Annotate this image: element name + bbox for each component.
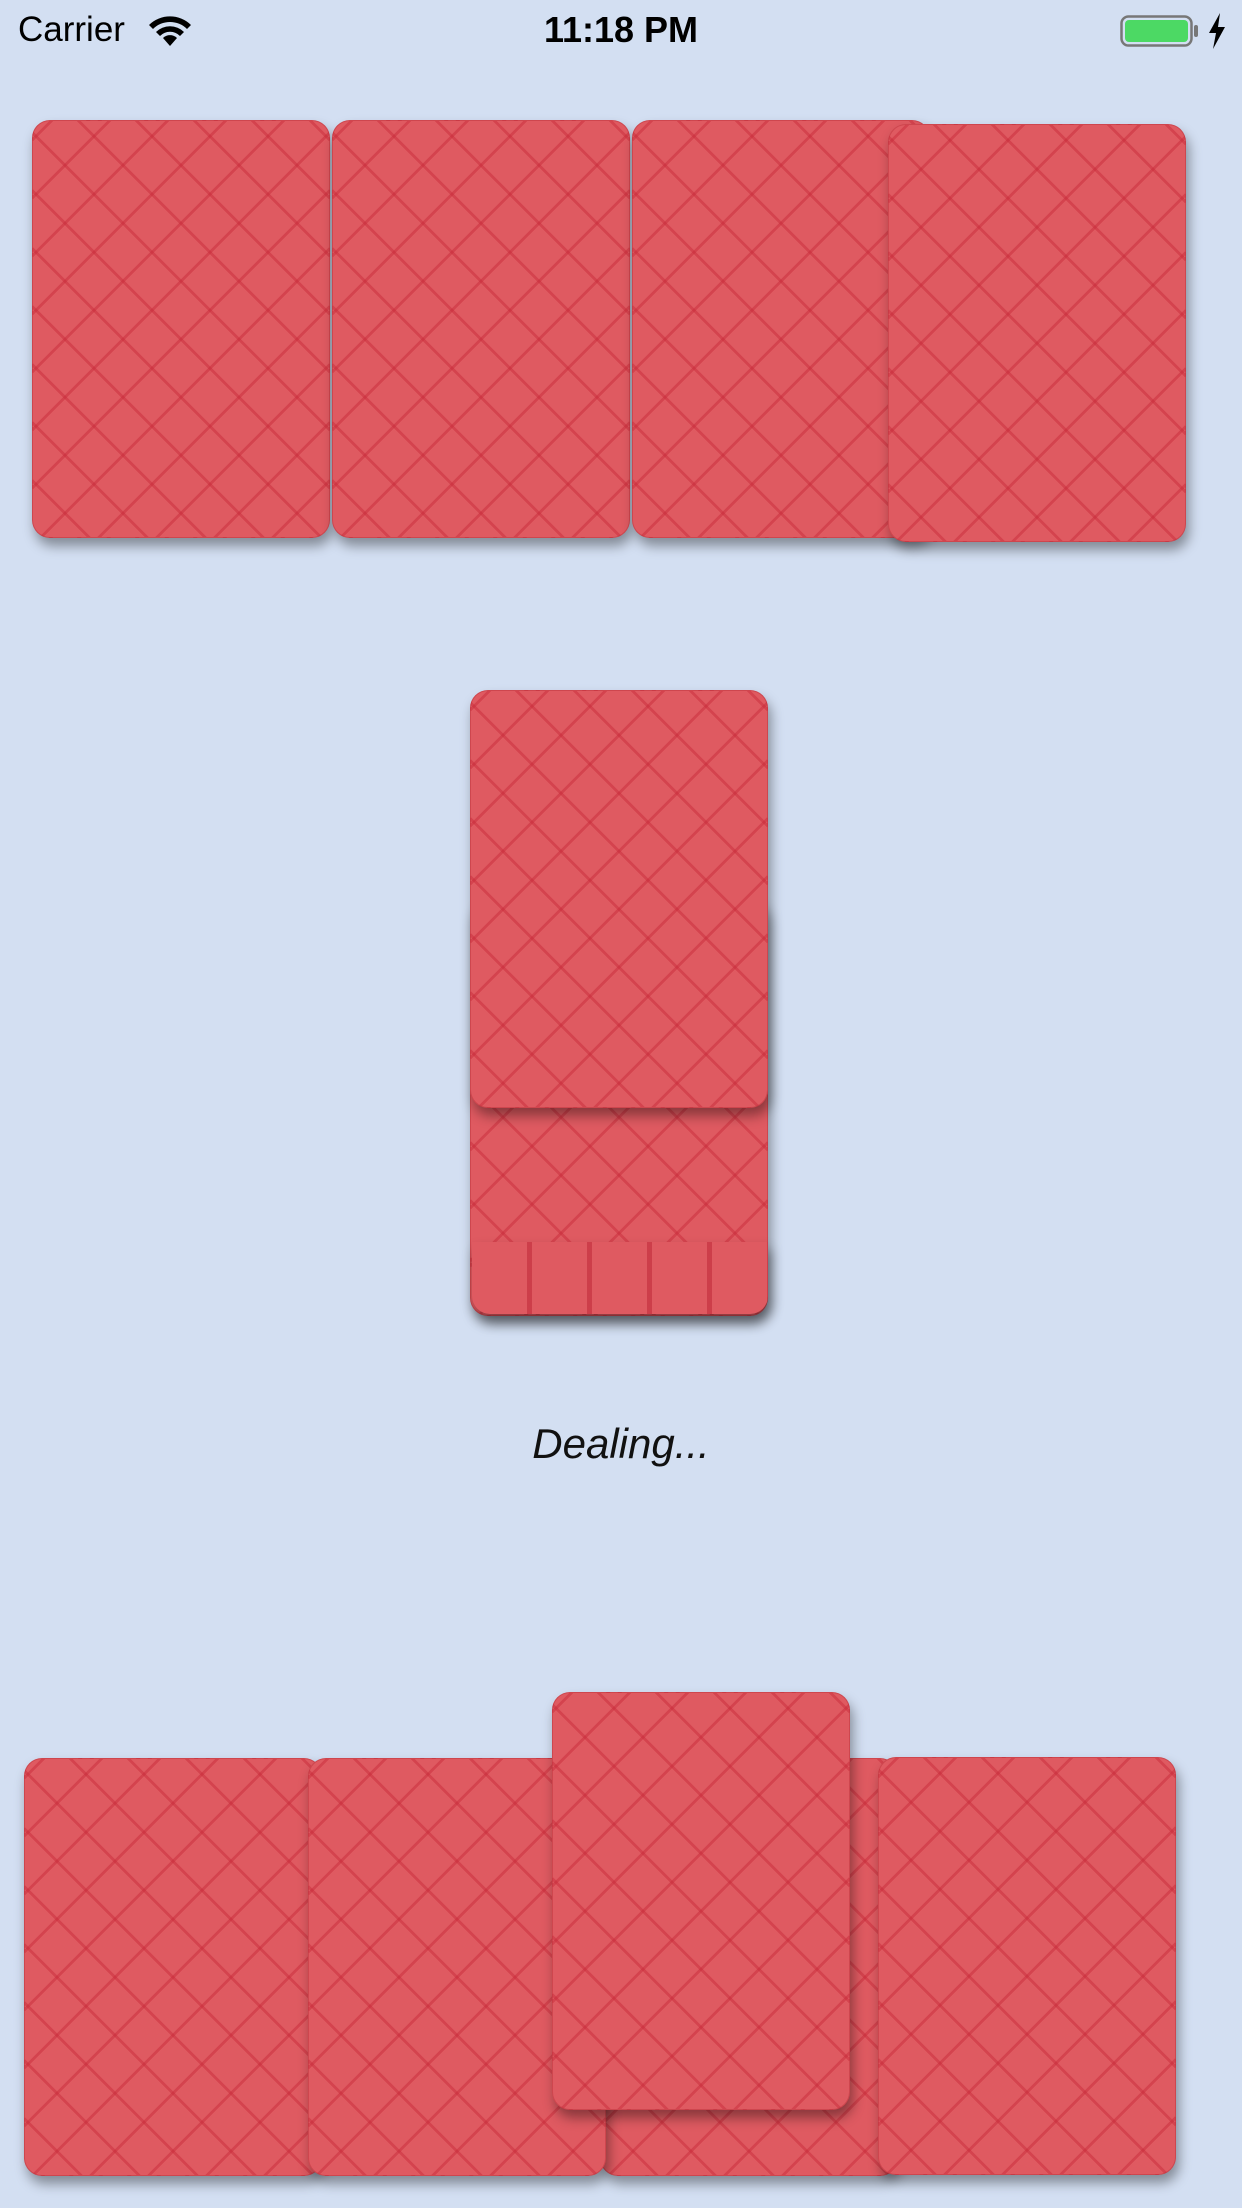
charging-bolt-icon	[1209, 13, 1225, 49]
player-card[interactable]	[878, 1757, 1176, 2175]
opponent-card	[332, 120, 630, 538]
dealing-status: Dealing...	[532, 1420, 710, 1467]
status-bar: Carrier 11:18 PM	[0, 0, 1242, 62]
opponent-card	[888, 124, 1186, 542]
opponent-card	[632, 120, 930, 538]
deck-card[interactable]	[470, 690, 768, 1108]
clock: 11:18 PM	[543, 9, 699, 50]
battery-icon	[1120, 15, 1198, 47]
player-card-selected[interactable]	[552, 1692, 850, 2110]
player-card[interactable]	[24, 1758, 322, 2176]
opponent-card	[32, 120, 330, 538]
deck-edge	[472, 1242, 768, 1314]
